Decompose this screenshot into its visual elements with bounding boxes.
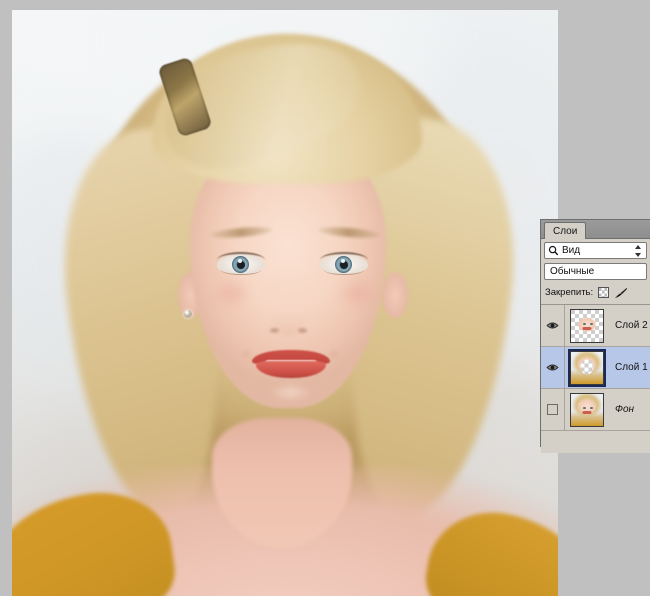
layer-thumbnail [570,308,604,343]
nostril-right [298,328,307,333]
smile-line-left [240,348,252,360]
layer-thumbnail-cell[interactable] [565,389,609,430]
eye-icon [546,363,559,372]
eye-left [217,252,265,275]
layer-name[interactable]: Слой 2 [609,320,650,331]
layer-visibility-toggle[interactable] [541,305,565,346]
eye-right [320,252,368,275]
blend-mode-value: Обычные [550,266,595,277]
panel-body: Вид Обычные Закрепить: [541,239,650,301]
chin [260,382,322,408]
layer-name[interactable]: Слой 1 [609,362,650,373]
search-icon [548,245,559,256]
nose [270,268,308,336]
layer-filter-field[interactable]: Вид [544,242,647,259]
table-row[interactable]: Слой 1 [541,347,650,389]
table-row[interactable]: Слой 2 [541,305,650,347]
layer-thumbnail [570,392,604,427]
eye-icon [546,321,559,330]
earring [184,310,192,318]
portrait-photo [12,10,558,596]
layers-panel[interactable]: Слои Вид Обычные Закрепить: Слой 2 Слой … [540,219,650,453]
ear-right [382,272,408,318]
empty-checkbox-icon [547,404,558,415]
paint-brush-icon[interactable] [614,287,628,299]
layer-list[interactable]: Слой 2 Слой 1 Фон [541,304,650,431]
layer-visibility-toggle[interactable] [541,347,565,388]
application-window: Слои Вид Обычные Закрепить: Слой 2 Слой … [0,0,650,596]
panel-footer [541,431,650,453]
lips [252,350,330,380]
layer-visibility-toggle[interactable] [541,389,565,430]
cheek-right [330,272,386,314]
lock-row: Закрепить: [545,284,647,301]
lock-label: Закрепить: [545,287,594,298]
layer-name[interactable]: Фон [609,404,650,415]
chevron-updown-icon[interactable] [635,245,642,257]
nostril-left [270,328,279,333]
blend-mode-field[interactable]: Обычные [544,263,647,280]
layer-filter-value: Вид [562,245,581,256]
document-canvas[interactable] [12,10,558,596]
layer-thumbnail [570,350,604,385]
tab-layers-label: Слои [553,226,578,237]
panel-tab-bar[interactable]: Слои [541,220,650,239]
tab-layers[interactable]: Слои [544,222,587,239]
table-row[interactable]: Фон [541,389,650,431]
layer-thumbnail-cell[interactable] [565,305,609,346]
transparency-checker-icon[interactable] [598,287,610,298]
cheek-left [204,272,260,314]
layer-thumbnail-cell[interactable] [565,347,609,388]
